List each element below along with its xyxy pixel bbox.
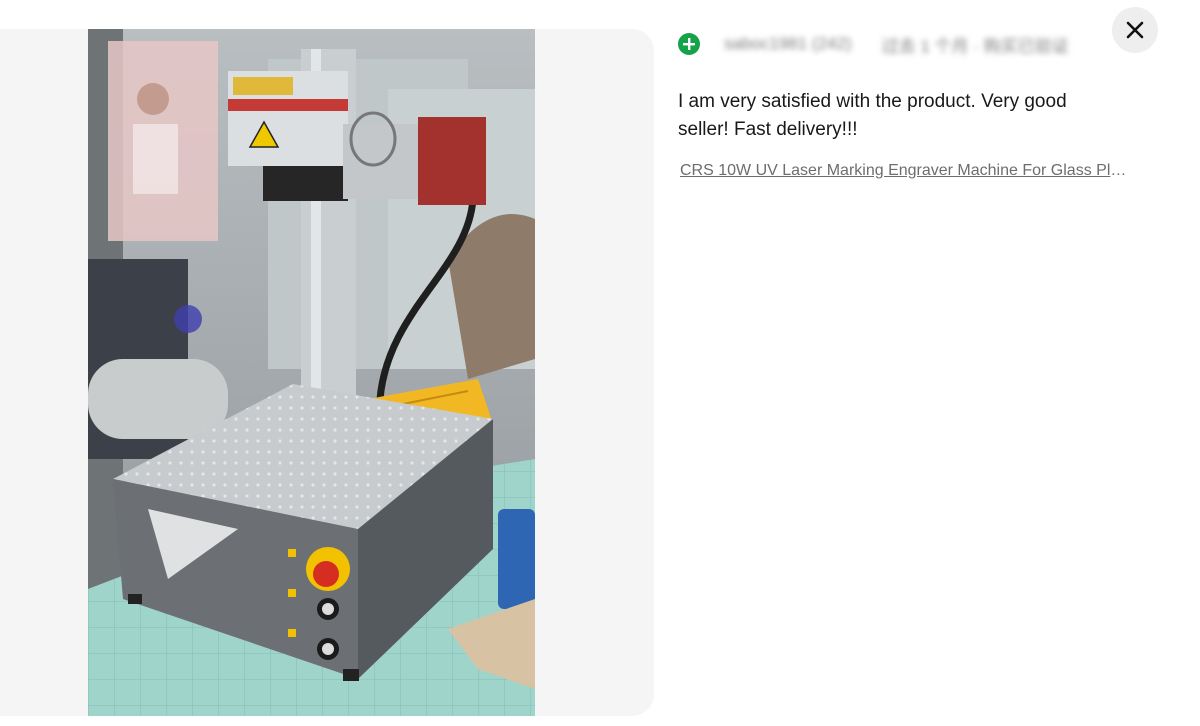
review-text: I am very satisfied with the product. Ve… <box>678 91 1067 140</box>
review-meta: 过去 1 个月 · 购买已验证 <box>881 36 1069 56</box>
review-photo[interactable] <box>88 29 535 716</box>
reviewer-row: saboc1981 (242) 过去 1 个月 · 购买已验证 <box>678 30 1158 58</box>
close-icon <box>1126 21 1144 39</box>
plus-circle-icon[interactable] <box>678 33 700 55</box>
review-panel: saboc1981 (242) 过去 1 个月 · 购买已验证 I am ver… <box>678 30 1158 180</box>
reviewer-name: saboc1981 (242) <box>724 34 852 53</box>
product-link[interactable]: CRS 10W UV Laser Marking Engraver Machin… <box>678 162 1130 180</box>
close-button[interactable] <box>1112 7 1158 53</box>
